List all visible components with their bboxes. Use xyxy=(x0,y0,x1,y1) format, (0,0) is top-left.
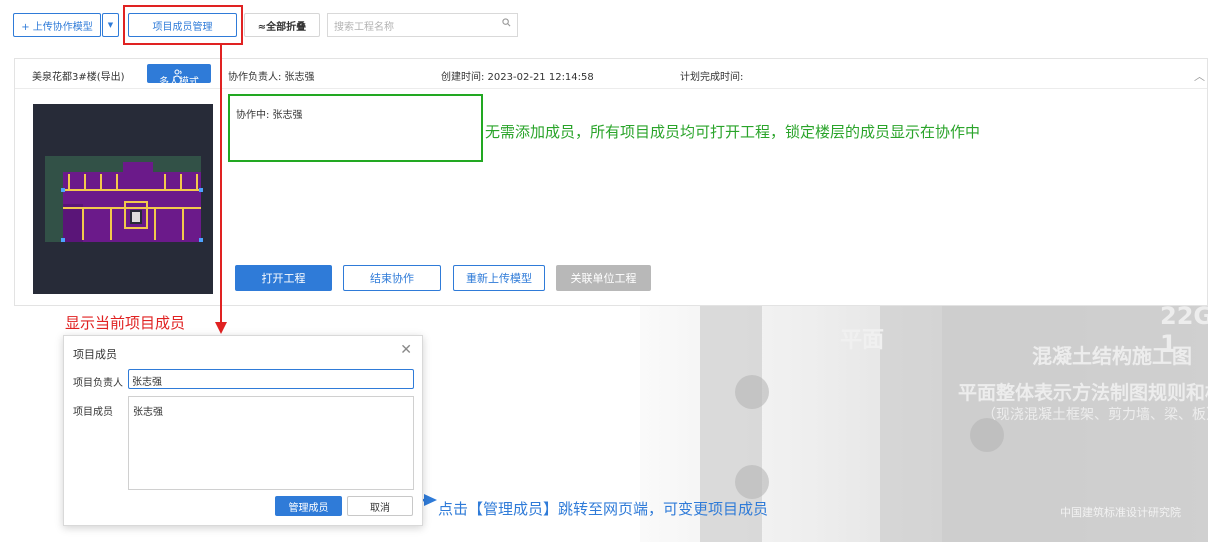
chevron-up-icon[interactable]: ︿ xyxy=(1194,68,1205,84)
planned-time: 计划完成时间: xyxy=(680,72,744,83)
mode-label: 多人模式 xyxy=(159,77,199,88)
manage-members-button[interactable]: 管理成员 xyxy=(275,496,342,516)
book-publisher: 中国建筑标准设计研究院 xyxy=(1060,506,1181,519)
book-disc xyxy=(735,375,769,409)
book-spine xyxy=(880,300,942,542)
dialog-title: 项目成员 xyxy=(73,348,117,361)
search-placeholder: 搜索工程名称 xyxy=(334,21,394,33)
close-icon[interactable]: ✕ xyxy=(400,343,412,357)
red-annotation: 显示当前项目成员 xyxy=(65,314,186,332)
upload-model-button[interactable]: + 上传协作模型 xyxy=(13,13,101,37)
book-title-short: 平面 xyxy=(840,328,885,353)
project-members-label: 项目成员 xyxy=(73,407,113,418)
collab-owner: 协作负责人: 张志强 xyxy=(228,72,315,83)
end-collab-button[interactable]: 结束协作 xyxy=(343,265,441,291)
multi-user-mode-badge: 多人模式 xyxy=(147,64,211,88)
book-title-paren: （现浇混凝土框架、剪力墙、梁、板） xyxy=(982,407,1208,423)
search-input[interactable]: 搜索工程名称 xyxy=(327,13,518,37)
project-members-list[interactable]: 张志强 xyxy=(128,396,414,490)
project-lead-field[interactable]: 张志强 xyxy=(128,369,414,389)
blue-annotation: 点击【管理成员】跳转至网页端，可变更项目成员 xyxy=(438,500,769,518)
cancel-button[interactable]: 取消 xyxy=(347,496,413,516)
open-project-button[interactable]: 打开工程 xyxy=(235,265,332,291)
book-disc xyxy=(735,465,769,499)
highlight-box-red xyxy=(123,5,243,45)
reupload-model-button[interactable]: 重新上传模型 xyxy=(453,265,545,291)
created-time: 创建时间: 2023-02-21 12:14:58 xyxy=(441,72,594,83)
chevron-down-icon[interactable]: ▼ xyxy=(102,13,119,37)
collaborating-label: 协作中: 张志强 xyxy=(236,110,303,121)
floorplan-thumbnail[interactable] xyxy=(33,104,213,294)
member-item: 张志强 xyxy=(133,407,163,418)
collapse-all-button[interactable]: ≈全部折叠 xyxy=(244,13,320,37)
project-card: 美泉花都3#楼(导出) 多人模式 协作负责人: 张志强 创建时间: 2023-0… xyxy=(14,58,1208,306)
link-unit-project-button[interactable]: 关联单位工程 xyxy=(556,265,651,291)
collaborating-box: 协作中: 张志强 xyxy=(228,94,483,162)
book-title-sub: 平面整体表示方法制图规则和构造详 xyxy=(958,382,1208,404)
project-name[interactable]: 美泉花都3#楼(导出) xyxy=(32,68,125,83)
project-card-header: 美泉花都3#楼(导出) 多人模式 协作负责人: 张志强 创建时间: 2023-0… xyxy=(15,59,1207,89)
project-members-dialog: 项目成员 ✕ 项目负责人 张志强 项目成员 张志强 管理成员 取消 xyxy=(63,335,423,526)
search-icon[interactable] xyxy=(502,18,511,30)
book-title-main: 混凝土结构施工图 xyxy=(1032,344,1192,368)
green-annotation: 无需添加成员，所有项目成员均可打开工程，锁定楼层的成员显示在协作中 xyxy=(485,123,981,141)
project-lead-label: 项目负责人 xyxy=(73,378,123,389)
